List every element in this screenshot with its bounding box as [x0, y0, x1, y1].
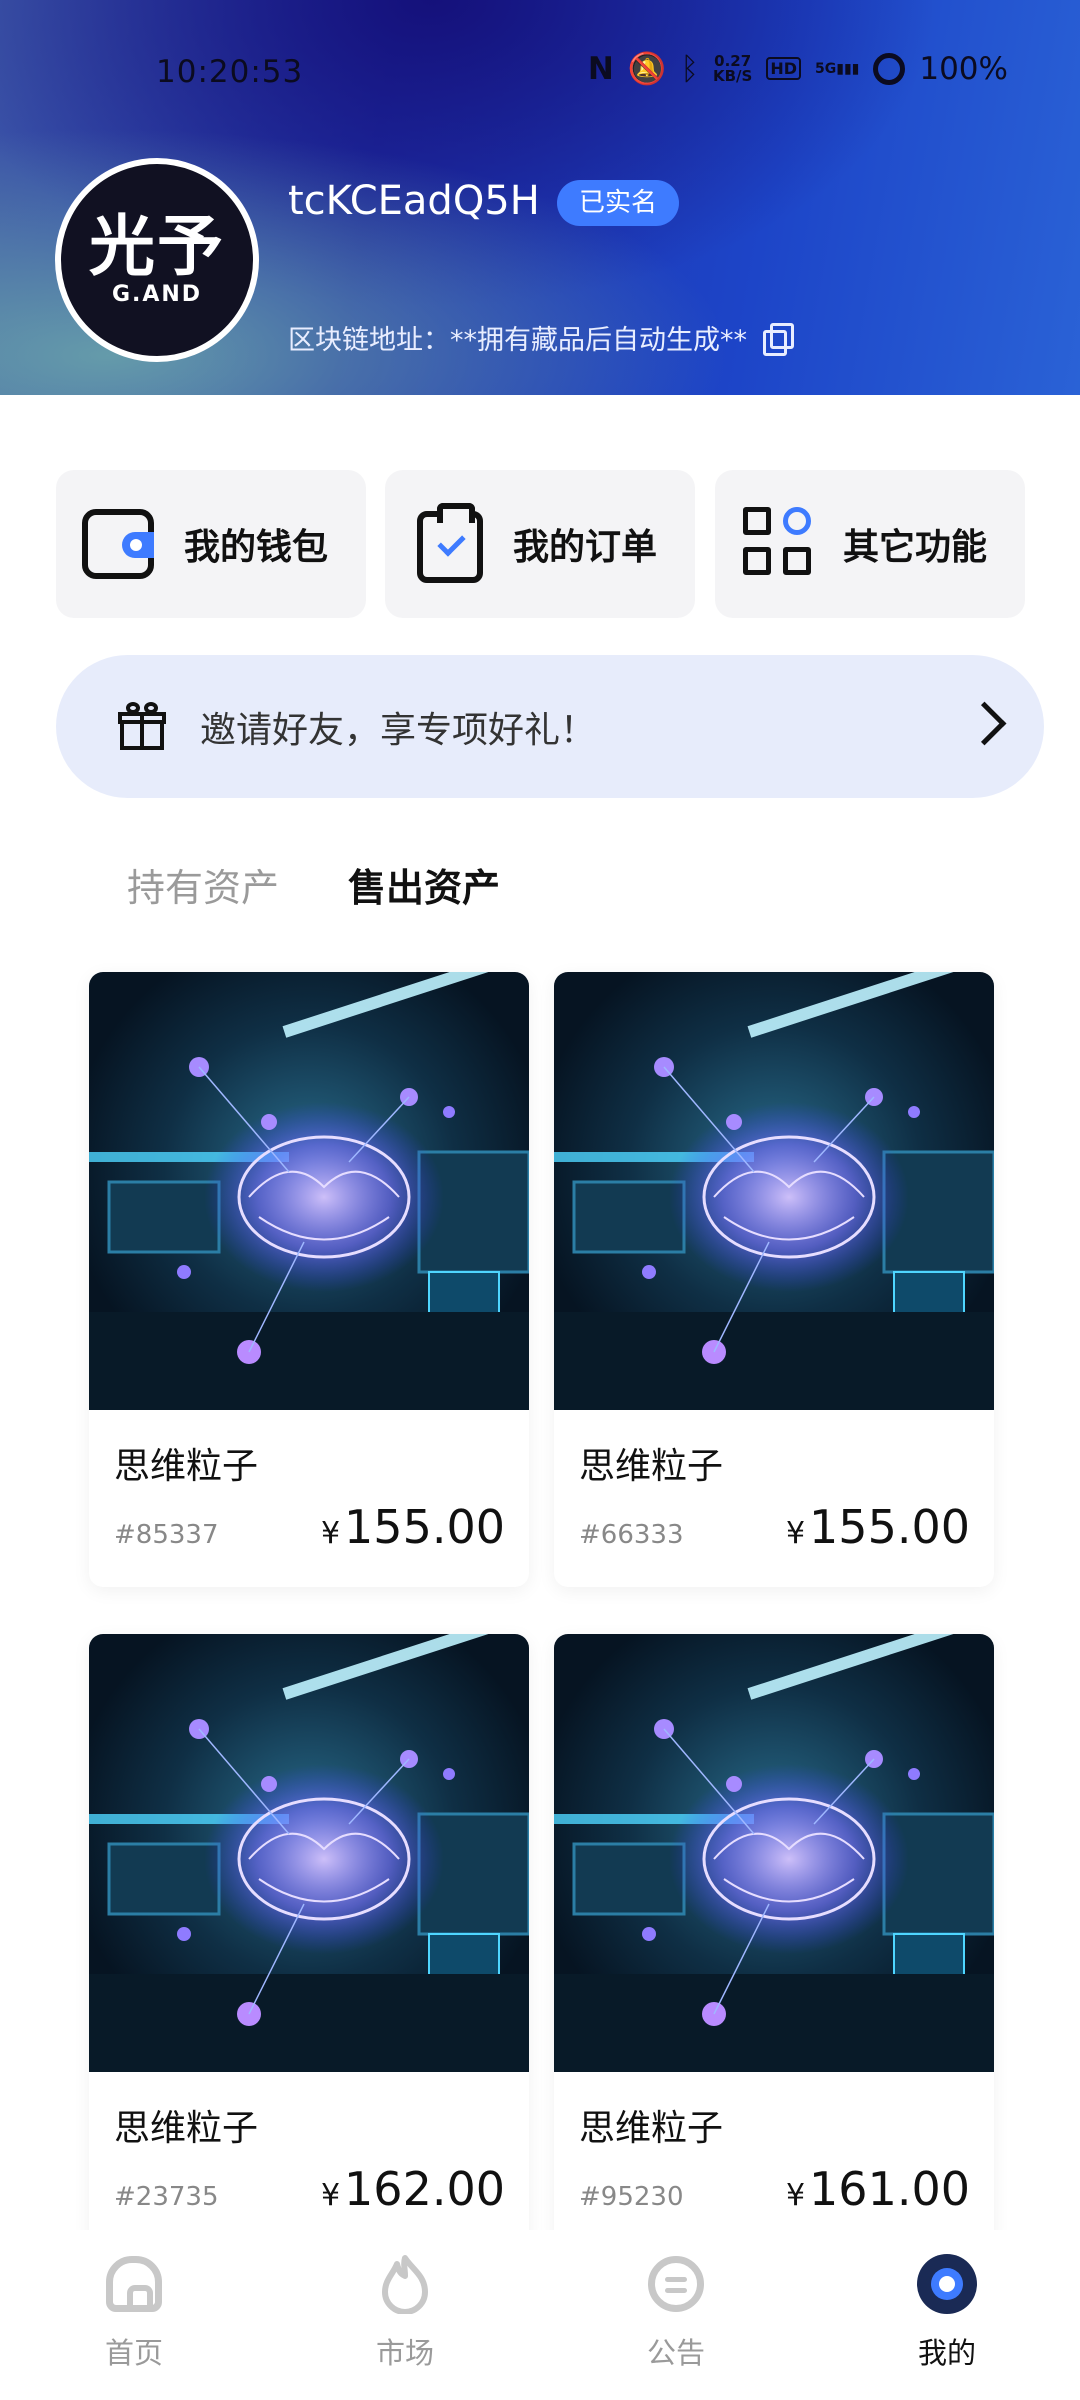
price-value: 161.00: [809, 2162, 970, 2216]
chevron-right-icon: [962, 701, 1007, 746]
currency-symbol: ¥: [320, 2178, 341, 2213]
price-value: 155.00: [809, 1500, 970, 1554]
asset-artwork: [89, 972, 529, 1410]
nav-mine-label: 我的: [917, 2336, 976, 2370]
chain-address: 区块链地址：**拥有藏品后自动生成**: [288, 325, 747, 356]
profile-icon: [915, 2252, 979, 2316]
bottom-nav: 首页 市场 公告 我的: [0, 2230, 1080, 2400]
asset-title: 思维粒子: [579, 2108, 724, 2149]
avatar[interactable]: 光予 G.AND: [55, 158, 259, 362]
grid-apps-icon: [741, 505, 819, 583]
wallet-label: 我的钱包: [184, 527, 329, 568]
avatar-logo-subtext: G.AND: [111, 281, 203, 307]
page: 10:20:53 Ν 🔕 ᛒ 0.27 KB/S HD 5G▮▮▮ 100% 光…: [0, 0, 1080, 2400]
tab-held-assets[interactable]: 持有资产: [127, 857, 279, 912]
asset-artwork: [554, 972, 994, 1410]
signal-label: 5G: [815, 60, 837, 77]
nav-home[interactable]: 首页: [44, 2230, 224, 2400]
asset-artwork: [554, 1634, 994, 2072]
asset-card[interactable]: 思维粒子 #66333 ¥155.00: [554, 972, 994, 1587]
net-speed: 0.27 KB/S: [712, 53, 753, 85]
verified-badge: 已实名: [557, 180, 680, 226]
tab-sold-assets[interactable]: 售出资产: [348, 857, 500, 912]
market-icon: [373, 2252, 437, 2316]
profile-header: 10:20:53 Ν 🔕 ᛒ 0.27 KB/S HD 5G▮▮▮ 100% 光…: [0, 0, 1080, 395]
chain-address-row: 区块链地址：**拥有藏品后自动生成**: [288, 318, 794, 357]
currency-symbol: ¥: [785, 2178, 806, 2213]
status-bar: 10:20:53 Ν 🔕 ᛒ 0.27 KB/S HD 5G▮▮▮ 100%: [0, 40, 1080, 106]
asset-id: #66333: [579, 1520, 684, 1550]
battery-icon: [873, 52, 906, 85]
gift-icon: [118, 701, 166, 752]
asset-title: 思维粒子: [114, 2108, 259, 2149]
nav-home-label: 首页: [104, 2336, 163, 2370]
status-time: 10:20:53: [156, 54, 304, 90]
signal-icon: 5G▮▮▮: [815, 60, 860, 77]
status-icons: Ν 🔕 ᛒ 0.27 KB/S HD 5G▮▮▮ 100%: [587, 50, 1008, 88]
asset-price: ¥162.00: [321, 2162, 505, 2216]
more-features-button[interactable]: 其它功能: [715, 470, 1025, 618]
currency-symbol: ¥: [785, 1516, 806, 1551]
asset-card[interactable]: 思维粒子 #23735 ¥162.00: [89, 1634, 529, 2249]
asset-id: #85337: [114, 1520, 219, 1550]
asset-card[interactable]: 思维粒子 #95230 ¥161.00: [554, 1634, 994, 2249]
bluetooth-icon: ᛒ: [680, 50, 699, 87]
nav-notice-label: 公告: [646, 2336, 705, 2370]
asset-price: ¥161.00: [786, 2162, 970, 2216]
mute-icon: 🔕: [627, 51, 667, 87]
price-value: 162.00: [344, 2162, 505, 2216]
invite-banner[interactable]: 邀请好友，享专项好礼！: [56, 655, 1044, 798]
avatar-logo-text: 光予: [89, 207, 225, 285]
notice-icon: [644, 2252, 708, 2316]
nav-notice[interactable]: 公告: [586, 2230, 766, 2400]
asset-artwork: [89, 1634, 529, 2072]
hd-icon: HD: [766, 57, 801, 80]
wallet-button[interactable]: 我的钱包: [56, 470, 366, 618]
currency-symbol: ¥: [320, 1516, 341, 1551]
nav-market[interactable]: 市场: [315, 2230, 495, 2400]
asset-price: ¥155.00: [786, 1500, 970, 1554]
wallet-icon: [82, 505, 160, 583]
copy-icon[interactable]: [761, 322, 794, 356]
orders-label: 我的订单: [513, 527, 658, 568]
battery-level: 100%: [919, 50, 1008, 87]
clipboard-check-icon: [411, 503, 489, 583]
asset-id: #23735: [114, 2182, 219, 2212]
asset-title: 思维粒子: [114, 1446, 259, 1487]
nfc-icon: Ν: [587, 50, 614, 87]
asset-id: #95230: [579, 2182, 684, 2212]
asset-title: 思维粒子: [579, 1446, 724, 1487]
net-speed-unit: KB/S: [712, 66, 753, 85]
nav-market-label: 市场: [375, 2336, 434, 2370]
more-features-label: 其它功能: [843, 527, 988, 568]
nav-mine[interactable]: 我的: [857, 2230, 1037, 2400]
home-icon: [102, 2252, 166, 2316]
orders-button[interactable]: 我的订单: [385, 470, 695, 618]
username: tcKCEadQ5H: [288, 178, 540, 224]
asset-price: ¥155.00: [321, 1500, 505, 1554]
invite-text: 邀请好友，享专项好礼！: [200, 709, 597, 751]
price-value: 155.00: [344, 1500, 505, 1554]
asset-card[interactable]: 思维粒子 #85337 ¥155.00: [89, 972, 529, 1587]
